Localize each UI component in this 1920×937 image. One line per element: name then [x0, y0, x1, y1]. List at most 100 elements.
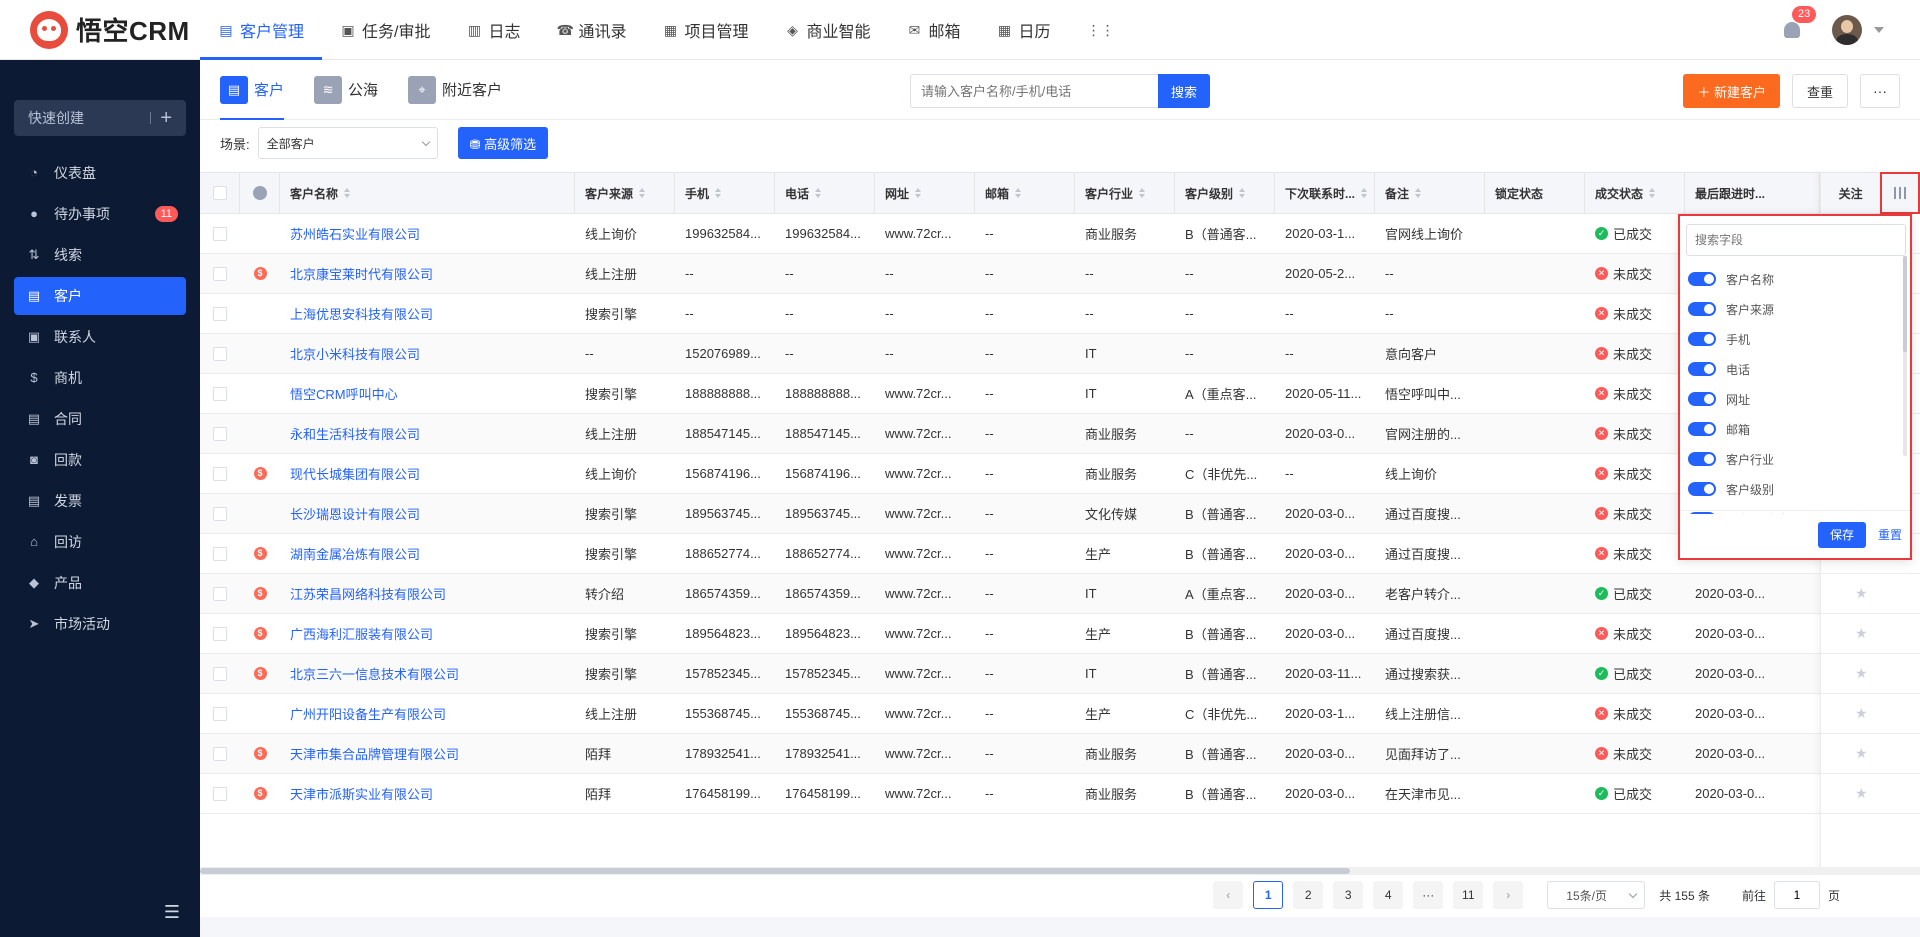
- table-row[interactable]: 北京小米科技有限公司 -- 152076989... -- -- -- IT -- -- 意向客户…: [200, 334, 1920, 374]
- sidebar-item-7[interactable]: ◙ 回款: [14, 441, 186, 479]
- row-checkbox[interactable]: [213, 586, 227, 601]
- sidebar-item-4[interactable]: ▣ 联系人: [14, 318, 186, 356]
- table-row[interactable]: 广州开阳设备生产有限公司 线上注册 155368745... 155368745...…: [200, 694, 1920, 734]
- field-toggle[interactable]: [1688, 362, 1716, 376]
- new-customer-button[interactable]: ＋ 新建客户: [1683, 74, 1780, 108]
- nav-item-4[interactable]: ▦ 项目管理: [645, 0, 767, 60]
- next-page-button[interactable]: ›: [1493, 881, 1524, 909]
- column-header[interactable]: 客户名称: [280, 173, 575, 213]
- tab-2[interactable]: ⌖ 附近客户: [408, 60, 502, 120]
- table-row[interactable]: $ 现代长城集团有限公司 线上询价 156874196... 156874196... w…: [200, 454, 1920, 494]
- row-checkbox[interactable]: [213, 346, 227, 361]
- cell-name[interactable]: 广西海利汇服装有限公司: [280, 614, 575, 653]
- row-checkbox[interactable]: [213, 626, 227, 641]
- column-header[interactable]: 最后跟进时...: [1685, 173, 1820, 213]
- field-toggle[interactable]: [1688, 302, 1716, 316]
- tab-0[interactable]: ▤ 客户: [220, 60, 285, 120]
- row-checkbox[interactable]: [213, 426, 227, 441]
- page-button[interactable]: 4: [1373, 881, 1404, 909]
- sort-icon[interactable]: [344, 188, 351, 198]
- table-row[interactable]: $ 湖南金属冶炼有限公司 搜索引擎 188652774... 188652774... w…: [200, 534, 1920, 574]
- sort-icon[interactable]: [715, 188, 722, 198]
- column-header[interactable]: 网址: [875, 173, 975, 213]
- row-checkbox[interactable]: [213, 786, 227, 801]
- tab-1[interactable]: ≋ 公海: [314, 60, 378, 120]
- row-checkbox[interactable]: [213, 666, 227, 681]
- star-icon[interactable]: ★: [1855, 625, 1868, 642]
- sidebar-item-2[interactable]: ⇅ 线索: [14, 236, 186, 274]
- table-row[interactable]: 上海优思安科技有限公司 搜索引擎 -- -- -- -- -- -- -- -- ✕ 未成交: [200, 294, 1920, 334]
- field-list-scrollbar[interactable]: [1903, 256, 1907, 456]
- star-icon[interactable]: ★: [1855, 665, 1868, 682]
- column-header[interactable]: 客户级别: [1175, 173, 1275, 213]
- sort-icon[interactable]: [815, 188, 822, 198]
- row-checkbox[interactable]: [213, 226, 227, 241]
- field-toggle[interactable]: [1688, 422, 1716, 436]
- column-settings-button[interactable]: [1880, 172, 1920, 214]
- sidebar-item-9[interactable]: ⌂ 回访: [14, 523, 186, 561]
- cell-name[interactable]: 天津市派斯实业有限公司: [280, 774, 575, 813]
- table-row[interactable]: $ 天津市派斯实业有限公司 陌拜 176458199... 176458199... ww…: [200, 774, 1920, 814]
- sidebar-item-0[interactable]: ◔ 仪表盘: [14, 154, 186, 192]
- column-header[interactable]: 成交状态: [1585, 173, 1685, 213]
- cell-name[interactable]: 现代长城集团有限公司: [280, 454, 575, 493]
- column-header[interactable]: 邮箱: [975, 173, 1075, 213]
- field-search-input[interactable]: [1686, 224, 1906, 256]
- sort-icon[interactable]: [1649, 188, 1656, 198]
- cell-name[interactable]: 北京康宝莱时代有限公司: [280, 254, 575, 293]
- reset-fields-link[interactable]: 重置: [1878, 526, 1902, 543]
- cell-name[interactable]: 广州开阳设备生产有限公司: [280, 694, 575, 733]
- table-row[interactable]: 悟空CRM呼叫中心 搜索引擎 188888888... 188888888... www…: [200, 374, 1920, 414]
- field-toggle[interactable]: [1688, 392, 1716, 406]
- table-row[interactable]: $ 天津市集合品牌管理有限公司 陌拜 178932541... 178932541...…: [200, 734, 1920, 774]
- table-row[interactable]: $ 广西海利汇服装有限公司 搜索引擎 189564823... 189564823...…: [200, 614, 1920, 654]
- goto-page-input[interactable]: [1773, 881, 1820, 909]
- table-row[interactable]: 永和生活科技有限公司 线上注册 188547145... 188547145... ww…: [200, 414, 1920, 454]
- cell-name[interactable]: 天津市集合品牌管理有限公司: [280, 734, 575, 773]
- nav-item-3[interactable]: ☎ 通讯录: [538, 0, 644, 60]
- table-row[interactable]: $ 江苏荣昌网络科技有限公司 转介绍 186574359... 186574359...…: [200, 574, 1920, 614]
- sidebar-item-6[interactable]: ▤ 合同: [14, 400, 186, 438]
- advanced-filter-button[interactable]: ⛃ 高级筛选: [457, 127, 549, 159]
- column-header[interactable]: 备注: [1375, 173, 1485, 213]
- collapse-sidebar-icon[interactable]: ☰: [164, 902, 180, 923]
- table-row[interactable]: 长沙瑞恩设计有限公司 搜索引擎 189563745... 189563745... ww…: [200, 494, 1920, 534]
- cell-name[interactable]: 悟空CRM呼叫中心: [280, 374, 575, 413]
- page-size-select[interactable]: 15条/页: [1547, 881, 1646, 909]
- search-button[interactable]: 搜索: [1158, 74, 1210, 108]
- cell-name[interactable]: 苏州皓石实业有限公司: [280, 214, 575, 253]
- chevron-down-icon[interactable]: [1874, 27, 1884, 33]
- row-checkbox[interactable]: [213, 266, 227, 281]
- table-row[interactable]: $ 北京康宝莱时代有限公司 线上注册 -- -- -- -- -- -- 2020-05-2...…: [200, 254, 1920, 294]
- sort-icon[interactable]: [1139, 188, 1146, 198]
- sidebar-item-11[interactable]: ➤ 市场活动: [14, 605, 186, 643]
- more-button[interactable]: ···: [1860, 74, 1900, 108]
- cell-name[interactable]: 湖南金属冶炼有限公司: [280, 534, 575, 573]
- column-header[interactable]: 客户来源: [575, 173, 675, 213]
- row-checkbox[interactable]: [213, 506, 227, 521]
- field-toggle[interactable]: [1688, 332, 1716, 346]
- row-checkbox[interactable]: [213, 386, 227, 401]
- star-icon[interactable]: ★: [1855, 705, 1868, 722]
- column-header[interactable]: 下次联系时...: [1275, 173, 1375, 213]
- column-header[interactable]: 电话: [775, 173, 875, 213]
- sidebar-item-3[interactable]: ▤ 客户: [14, 277, 186, 315]
- search-input[interactable]: [910, 74, 1158, 108]
- nav-item-1[interactable]: ▣ 任务/审批: [322, 0, 448, 60]
- nav-item-6[interactable]: ✉ 邮箱: [889, 0, 979, 60]
- field-toggle[interactable]: [1688, 272, 1716, 286]
- cell-name[interactable]: 江苏荣昌网络科技有限公司: [280, 574, 575, 613]
- page-button[interactable]: 2: [1293, 881, 1324, 909]
- notification-bell[interactable]: 23: [1780, 6, 1817, 42]
- cell-name[interactable]: 北京三六一信息技术有限公司: [280, 654, 575, 693]
- sort-icon[interactable]: [1239, 188, 1246, 198]
- nav-item-0[interactable]: ▤ 客户管理: [200, 0, 323, 60]
- sidebar-item-1[interactable]: ● 待办事项 11: [14, 195, 186, 233]
- column-header[interactable]: 手机: [675, 173, 775, 213]
- logo[interactable]: 悟空CRM: [0, 0, 200, 60]
- sort-icon[interactable]: [915, 188, 922, 198]
- row-checkbox[interactable]: [213, 306, 227, 321]
- horizontal-scrollbar[interactable]: [200, 867, 1920, 875]
- nav-item-7[interactable]: ▦ 日历: [979, 0, 1069, 60]
- sidebar-item-8[interactable]: ▤ 发票: [14, 482, 186, 520]
